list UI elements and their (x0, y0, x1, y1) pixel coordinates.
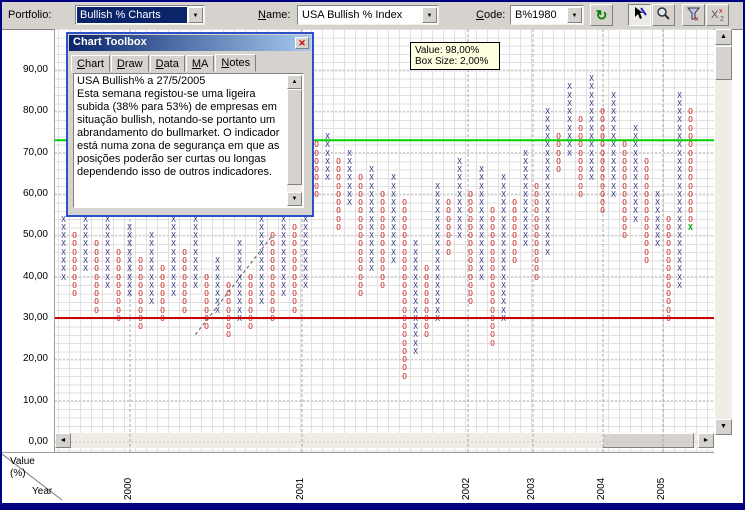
svg-text:X: X (711, 9, 719, 21)
magnifier-icon (656, 6, 670, 20)
vertical-scrollbar[interactable] (715, 29, 732, 435)
year-tick-label: 2003 (526, 477, 537, 500)
portfolio-label: Portfolio: (8, 9, 52, 21)
code-label: Code: (476, 9, 506, 21)
value-info-box: Value: 98,00% Box Size: 2,00% (410, 42, 500, 70)
year-tick-label: 2000 (123, 477, 134, 500)
y-tick-label: 0,00 (28, 436, 48, 447)
y-tick-label: 70,00 (22, 146, 48, 158)
y-tick-label: 30,00 (22, 312, 48, 323)
y-tick-label: 90,00 (22, 64, 48, 75)
dialog-titlebar[interactable]: Chart Toolbox ✕ (69, 35, 311, 51)
notes-textarea[interactable]: USA Bullish% a 27/5/2005 Esta semana reg… (73, 73, 304, 208)
draw-select-icon (634, 6, 647, 19)
name-select[interactable]: USA Bullish % Index ▼ (297, 5, 439, 25)
value-axis-unit: (%) (10, 468, 26, 479)
info-boxsize-line: Box Size: 2,00% (415, 56, 489, 67)
toolbox-tab-notes[interactable]: Notes (215, 54, 257, 72)
y-tick-label: 50,00 (22, 229, 48, 241)
scroll-down-button[interactable]: ▼ (715, 419, 732, 435)
name-value: USA Bullish % Index (302, 9, 403, 21)
portfolio-select[interactable]: Bullish % Charts ▼ (75, 5, 205, 25)
toolbox-tabs: Chart Draw Data MA Notes (71, 53, 309, 72)
chevron-down-icon[interactable]: ▼ (188, 7, 203, 23)
chart-toolbox-dialog: Chart Toolbox ✕ Chart Draw Data MA Notes USA… (66, 32, 314, 217)
code-select[interactable]: B%1980 ▼ (510, 5, 584, 25)
name-label: Name: (258, 9, 291, 21)
x2-icon: X 2 x (711, 8, 724, 23)
note-body: Esta semana registou-se uma ligeira subi… (77, 88, 280, 178)
funnel-icon: x (686, 7, 700, 23)
year-axis-label: Year (32, 486, 53, 497)
zoom-button[interactable] (652, 4, 675, 26)
refresh-icon: ↻ (595, 6, 608, 23)
value-axis-label: Value (10, 456, 35, 467)
refresh-button[interactable]: ↻ (590, 4, 613, 26)
y-tick-label: 10,00 (22, 394, 48, 406)
subscript-button[interactable]: X 2 x (706, 4, 729, 26)
note-scroll-up-button[interactable]: ▲ (287, 75, 302, 89)
toolbox-tab-chart[interactable]: Chart (71, 55, 110, 72)
toolbox-tab-draw[interactable]: Draw (110, 55, 149, 72)
toolbox-tab-ma[interactable]: MA (185, 55, 215, 72)
dialog-title: Chart Toolbox (73, 36, 147, 48)
svg-text:x: x (719, 8, 723, 15)
y-tick-label: 60,00 (22, 188, 48, 199)
year-tick-label: 2002 (461, 477, 472, 500)
chevron-down-icon[interactable]: ▼ (567, 7, 582, 23)
year-tick-label: 2004 (596, 477, 607, 500)
note-title: USA Bullish% a 27/5/2005 (77, 75, 206, 87)
svg-text:2: 2 (720, 16, 724, 22)
app-window: Portfolio: Bullish % Charts ▼ Name: USA … (0, 0, 745, 510)
toolbar: Portfolio: Bullish % Charts ▼ Name: USA … (2, 2, 743, 30)
note-scroll-down-button[interactable]: ▼ (287, 192, 302, 206)
portfolio-value: Bullish % Charts (77, 7, 187, 23)
x-axis-strip: Value (%) Year 2000 2001 2002 2003 2004 2005 (2, 453, 743, 503)
info-value-line: Value: 98,00% (415, 45, 480, 56)
chevron-down-icon[interactable]: ▼ (422, 7, 437, 23)
draw-select-button[interactable] (628, 4, 651, 26)
year-tick-label: 2001 (295, 477, 306, 500)
note-scroll-thumb[interactable] (287, 89, 302, 185)
svg-text:x: x (695, 16, 699, 22)
y-tick-label: 80,00 (22, 105, 48, 117)
y-tick-label: 20,00 (22, 353, 48, 365)
close-icon[interactable]: ✕ (295, 37, 309, 49)
year-tick-label: 2005 (656, 477, 667, 500)
y-tick-label: 40,00 (22, 270, 48, 282)
code-value: B%1980 (515, 9, 557, 21)
toolbox-tab-data[interactable]: Data (149, 55, 185, 72)
filter-button[interactable]: x (682, 4, 705, 26)
vertical-scroll-thumb[interactable] (715, 46, 732, 80)
scroll-up-button[interactable]: ▲ (715, 29, 732, 45)
note-text: USA Bullish% a 27/5/2005 Esta semana reg… (77, 75, 285, 179)
